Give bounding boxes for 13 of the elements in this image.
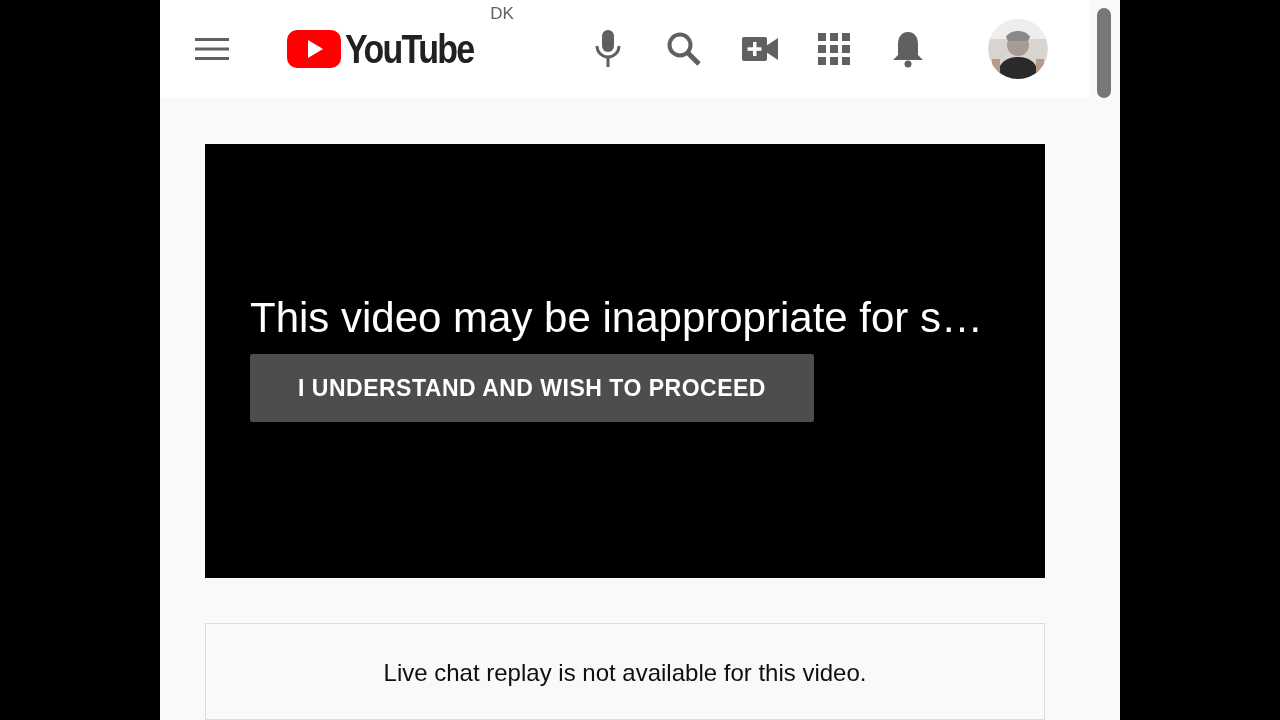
search-icon[interactable] <box>666 31 702 68</box>
scrollbar-thumb[interactable] <box>1097 8 1111 98</box>
menu-icon[interactable] <box>195 37 229 62</box>
chat-unavailable-message: Live chat replay is not available for this video. <box>383 658 867 689</box>
proceed-button[interactable]: I UNDERSTAND AND WISH TO PROCEED <box>250 354 814 423</box>
video-camera-plus-icon[interactable] <box>742 36 778 63</box>
microphone-icon[interactable] <box>594 30 622 69</box>
warning-message: This video may be inappropriate for s… <box>250 293 984 344</box>
apps-grid-icon[interactable] <box>818 33 850 66</box>
play-logo-icon <box>287 30 341 69</box>
country-code: DK <box>490 3 514 26</box>
bell-icon[interactable] <box>892 30 924 69</box>
logo-text[interactable]: YouTube <box>345 29 474 70</box>
